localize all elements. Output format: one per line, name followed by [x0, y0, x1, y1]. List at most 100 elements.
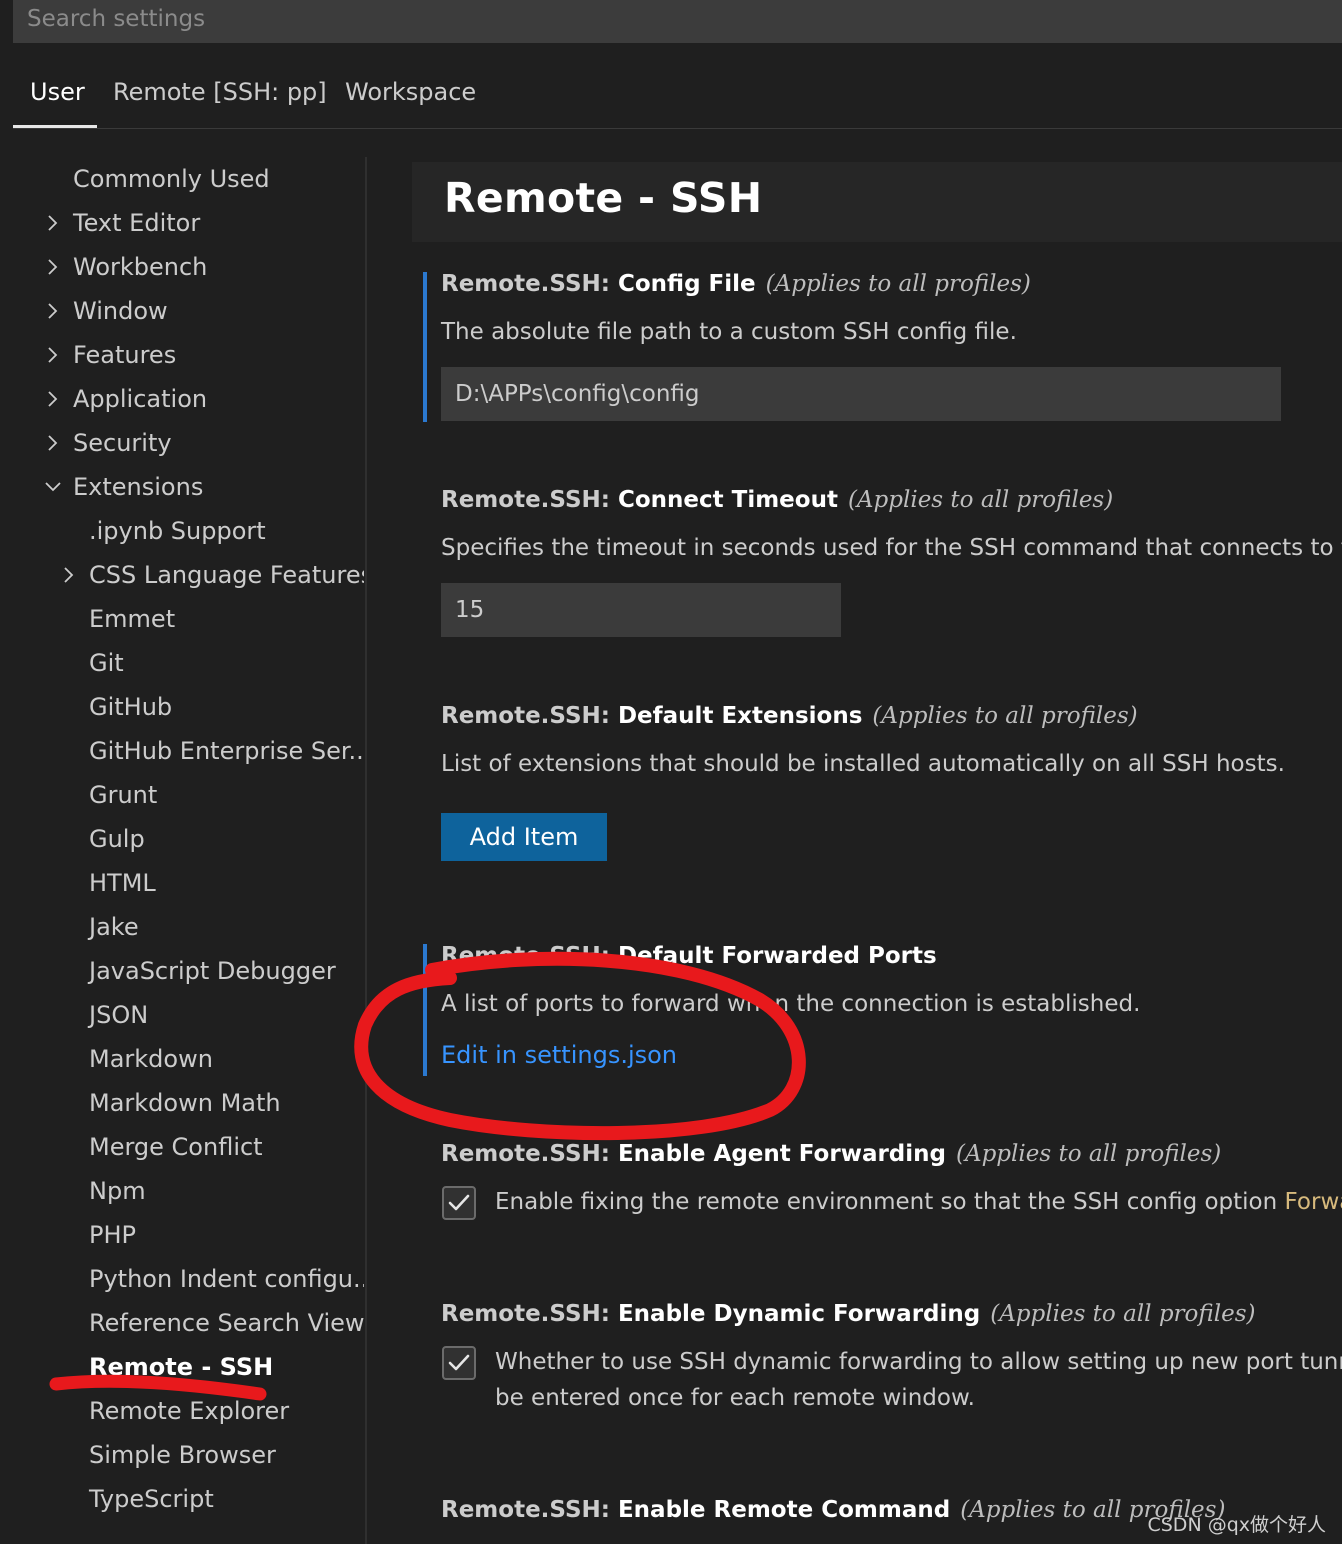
- search-bar[interactable]: [13, 0, 1342, 43]
- sidebar-item-security[interactable]: Security: [0, 421, 364, 465]
- chevron-right-icon[interactable]: [43, 245, 63, 289]
- sidebar-item-label: Text Editor: [73, 209, 201, 237]
- chevron-right-icon[interactable]: [59, 553, 79, 597]
- setting-category: Remote.SSH:: [441, 1301, 618, 1327]
- sidebar-item-github-enterprise-ser[interactable]: GitHub Enterprise Ser...: [0, 729, 364, 773]
- setting-connect-timeout: Remote.SSH: Connect Timeout (Applies to a…: [441, 484, 1342, 566]
- chevron-right-icon[interactable]: [43, 201, 63, 245]
- checkbox-label-text: Enable fixing the remote environment so …: [495, 1189, 1285, 1215]
- enable-dynamic-forwarding-checkbox[interactable]: [442, 1346, 476, 1380]
- setting-scope: (Applies to all profiles): [847, 487, 1114, 513]
- tab-remote-ssh-label: Remote [SSH: pp]: [113, 78, 327, 106]
- sidebar-item-git[interactable]: Git: [0, 641, 364, 685]
- sidebar-item-github[interactable]: GitHub: [0, 685, 364, 729]
- sidebar-item-label: Gulp: [89, 825, 145, 853]
- setting-config-file: Remote.SSH: Config File (Applies to all p…: [441, 268, 1342, 350]
- sidebar-item-emmet[interactable]: Emmet: [0, 597, 364, 641]
- sidebar-item-label: Extensions: [73, 473, 204, 501]
- setting-title: Remote.SSH: Connect Timeout (Applies to a…: [441, 484, 1342, 516]
- sidebar-item-commonly-used[interactable]: Commonly Used: [0, 157, 364, 201]
- sidebar-item-merge-conflict[interactable]: Merge Conflict: [0, 1125, 364, 1169]
- sidebar-item-workbench[interactable]: Workbench: [0, 245, 364, 289]
- setting-scope: (Applies to all profiles): [990, 1301, 1256, 1327]
- section-header: Remote - SSH: [412, 162, 1342, 242]
- setting-title: Remote.SSH: Enable Agent Forwarding (Appl…: [441, 1138, 1342, 1170]
- setting-enable-agent-forwarding: Remote.SSH: Enable Agent Forwarding (Appl…: [441, 1138, 1342, 1170]
- sidebar-item-remote-explorer[interactable]: Remote Explorer: [0, 1389, 364, 1433]
- tabs-divider: [13, 128, 1342, 129]
- sidebar-item-php[interactable]: PHP: [0, 1213, 364, 1257]
- sidebar-divider: [365, 157, 367, 1544]
- sidebar-item-typescript[interactable]: TypeScript: [0, 1477, 364, 1521]
- sidebar-item-label: Workbench: [73, 253, 208, 281]
- setting-category: Remote.SSH:: [441, 943, 618, 969]
- connect-timeout-input[interactable]: 15: [441, 583, 841, 637]
- sidebar-item-label: Application: [73, 385, 208, 413]
- setting-description: A list of ports to forward when the conn…: [441, 991, 1141, 1017]
- sidebar-item-label: Npm: [89, 1177, 146, 1205]
- setting-name: Enable Agent Forwarding: [617, 1141, 946, 1167]
- edit-in-settings-json-label: Edit in settings.json: [441, 1041, 678, 1069]
- tab-remote-ssh[interactable]: Remote [SSH: pp]: [113, 78, 327, 106]
- search-input[interactable]: [13, 0, 1342, 43]
- chevron-down-icon[interactable]: [43, 465, 63, 509]
- sidebar-item-simple-browser[interactable]: Simple Browser: [0, 1433, 364, 1477]
- sidebar-item-remote-ssh[interactable]: Remote - SSH: [0, 1345, 364, 1389]
- sidebar-item-python-indent-configu[interactable]: Python Indent configu...: [0, 1257, 364, 1301]
- sidebar-item-markdown-math[interactable]: Markdown Math: [0, 1081, 364, 1125]
- sidebar-item-extensions[interactable]: Extensions: [0, 465, 364, 509]
- sidebar-item-label: Features: [73, 341, 177, 369]
- checkbox-label-code: Forwa: [1284, 1189, 1342, 1215]
- tab-workspace[interactable]: Workspace: [345, 78, 476, 106]
- sidebar-item-label: GitHub: [89, 693, 173, 721]
- sidebar-item-javascript-debugger[interactable]: JavaScript Debugger: [0, 949, 364, 993]
- add-item-button-label: Add Item: [469, 823, 579, 851]
- setting-enable-dynamic-forwarding: Remote.SSH: Enable Dynamic Forwarding (Ap…: [441, 1298, 1342, 1330]
- sidebar-item-html[interactable]: HTML: [0, 861, 364, 905]
- config-file-input[interactable]: D:\APPs\config\config: [441, 367, 1281, 421]
- chevron-right-icon[interactable]: [43, 333, 63, 377]
- settings-toc-sidebar: Commonly Used Text Editor Workbench Window F…: [0, 157, 366, 1544]
- chevron-right-icon[interactable]: [43, 421, 63, 465]
- sidebar-item-jake[interactable]: Jake: [0, 905, 364, 949]
- section-title: Remote - SSH: [444, 174, 763, 222]
- modified-indicator-bar: [423, 272, 427, 422]
- tab-workspace-label: Workspace: [345, 78, 477, 106]
- tab-user[interactable]: User: [30, 78, 85, 106]
- sidebar-item-css-language-features[interactable]: CSS Language Features: [0, 553, 364, 597]
- sidebar-item-label: .ipynb Support: [89, 517, 266, 545]
- sidebar-item-window[interactable]: Window: [0, 289, 364, 333]
- add-item-button[interactable]: Add Item: [441, 813, 607, 861]
- settings-scope-tabs: User Remote [SSH: pp] Workspace: [13, 64, 1342, 129]
- setting-description: List of extensions that should be instal…: [441, 751, 1285, 777]
- sidebar-item-ipynb-support[interactable]: .ipynb Support: [0, 509, 364, 553]
- sidebar-item-label: HTML: [89, 869, 156, 897]
- sidebar-item-label: Simple Browser: [89, 1441, 276, 1469]
- setting-title: Remote.SSH: Default Extensions (Applies t…: [441, 700, 1342, 732]
- chevron-right-icon[interactable]: [43, 377, 63, 421]
- setting-scope: (Applies to all profiles): [765, 271, 1031, 297]
- sidebar-item-text-editor[interactable]: Text Editor: [0, 201, 364, 245]
- sidebar-item-application[interactable]: Application: [0, 377, 364, 421]
- edit-in-settings-json-link[interactable]: Edit in settings.json: [441, 1041, 677, 1069]
- sidebar-item-label: GitHub Enterprise Ser...: [89, 737, 364, 765]
- sidebar-item-label: Commonly Used: [73, 165, 270, 193]
- sidebar-item-json[interactable]: JSON: [0, 993, 364, 1037]
- config-file-value: D:\APPs\config\config: [455, 381, 700, 407]
- sidebar-item-features[interactable]: Features: [0, 333, 364, 377]
- sidebar-item-label: Reference Search View: [89, 1309, 364, 1337]
- checkmark-icon: [448, 1194, 470, 1211]
- sidebar-item-grunt[interactable]: Grunt: [0, 773, 364, 817]
- watermark: CSDN @qx做个好人: [1147, 1514, 1326, 1536]
- sidebar-item-label: CSS Language Features: [89, 561, 364, 589]
- sidebar-item-gulp[interactable]: Gulp: [0, 817, 364, 861]
- enable-agent-forwarding-checkbox[interactable]: [442, 1186, 476, 1220]
- sidebar-item-label: Security: [73, 429, 172, 457]
- chevron-right-icon[interactable]: [43, 289, 63, 333]
- setting-title: Remote.SSH: Enable Dynamic Forwarding (Ap…: [441, 1298, 1342, 1330]
- sidebar-item-npm[interactable]: Npm: [0, 1169, 364, 1213]
- sidebar-item-markdown[interactable]: Markdown: [0, 1037, 364, 1081]
- sidebar-item-reference-search-view[interactable]: Reference Search View: [0, 1301, 364, 1345]
- setting-description: The absolute file path to a custom SSH c…: [441, 319, 1017, 345]
- checkmark-icon: [448, 1354, 470, 1371]
